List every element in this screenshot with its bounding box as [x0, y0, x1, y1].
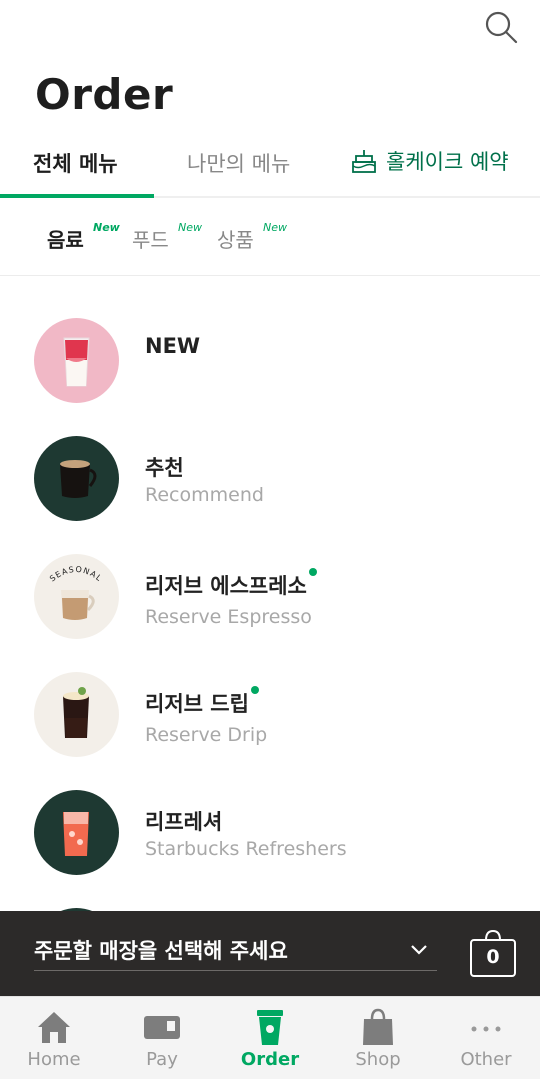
nav-order[interactable]: Order	[216, 997, 324, 1079]
menu-item-refreshers[interactable]: 리프레셔 Starbucks Refreshers	[34, 790, 514, 880]
subtab-label: 음료	[47, 228, 84, 252]
subtab-beverage[interactable]: 음료 New	[47, 221, 120, 253]
page-title: Order	[35, 70, 174, 119]
shop-bag-icon	[363, 1008, 393, 1045]
tab-label: 나만의 메뉴	[187, 152, 291, 176]
subtab-label: 상품	[217, 228, 254, 252]
new-badge: New	[178, 221, 202, 234]
order-cup-icon	[257, 1010, 283, 1045]
store-select-bar: 주문할 매장을 선택해 주세요 0	[0, 911, 540, 996]
search-button[interactable]	[484, 10, 518, 44]
menu-thumb-reserve-espresso: SEASONAL	[34, 554, 119, 639]
menu-thumb-new	[34, 318, 119, 403]
search-icon	[485, 11, 518, 44]
menu-category-list: NEW 추천 Recommend SEASONAL 리저브 에스프레소 Rese…	[0, 276, 540, 916]
menu-item-subtitle: Reserve Espresso	[145, 606, 312, 628]
menu-item-title: 리저브 에스프레소	[145, 568, 317, 600]
menu-item-subtitle: Recommend	[145, 484, 264, 506]
new-indicator-dot	[308, 568, 317, 576]
pay-card-icon	[144, 1016, 180, 1039]
cart-button[interactable]: 0	[469, 928, 517, 978]
nav-label: Other	[460, 1049, 512, 1070]
subtab-label: 푸드	[132, 228, 169, 252]
subtab-goods[interactable]: 상품 New	[217, 221, 287, 253]
menu-item-reserve-drip[interactable]: 리저브 드립 Reserve Drip	[34, 672, 514, 762]
tab-all-menu[interactable]: 전체 메뉴	[33, 148, 118, 178]
store-select-text: 주문할 매장을 선택해 주세요	[34, 939, 288, 963]
menu-item-subtitle: Reserve Drip	[145, 724, 268, 746]
menu-item-title: 추천	[145, 456, 184, 480]
order-tabs: 전체 메뉴 나만의 메뉴 홀케이크 예약	[0, 140, 540, 198]
new-indicator-dot	[250, 686, 259, 694]
menu-thumb-recommend	[34, 436, 119, 521]
tab-label: 전체 메뉴	[33, 152, 118, 176]
nav-home[interactable]: Home	[0, 997, 108, 1079]
cart-count: 0	[486, 946, 500, 968]
menu-item-reserve-espresso[interactable]: SEASONAL 리저브 에스프레소 Reserve Espresso	[34, 554, 514, 644]
seasonal-label: SEASONAL	[48, 565, 104, 584]
tab-whole-cake-reservation[interactable]: 홀케이크 예약	[350, 146, 509, 176]
new-badge: New	[93, 221, 120, 234]
chevron-down-icon	[411, 945, 427, 955]
tab-label: 홀케이크 예약	[386, 150, 509, 174]
menu-item-title: NEW	[145, 334, 201, 358]
subtab-food[interactable]: 푸드 New	[132, 221, 202, 253]
menu-item-title: 리저브 드립	[145, 686, 259, 718]
nav-shop[interactable]: Shop	[324, 997, 432, 1079]
menu-item-new[interactable]: NEW	[34, 318, 514, 408]
nav-label: Pay	[146, 1049, 178, 1070]
nav-label: Order	[240, 1049, 300, 1070]
store-select-dropdown[interactable]: 주문할 매장을 선택해 주세요	[34, 933, 437, 971]
menu-item-title: 리프레셔	[145, 810, 223, 834]
menu-item-recommend[interactable]: 추천 Recommend	[34, 436, 514, 526]
more-dots-icon	[471, 1026, 501, 1032]
nav-pay[interactable]: Pay	[108, 997, 216, 1079]
menu-thumb-reserve-drip	[34, 672, 119, 757]
category-subtabs: 음료 New 푸드 New 상품 New	[0, 198, 540, 276]
tab-my-menu[interactable]: 나만의 메뉴	[187, 148, 290, 178]
menu-thumb-refreshers	[34, 790, 119, 875]
home-icon	[38, 1012, 70, 1043]
menu-item-subtitle: Starbucks Refreshers	[145, 838, 347, 860]
cake-icon	[352, 150, 376, 173]
bottom-navigation: Home Pay Order Shop Other	[0, 996, 540, 1079]
nav-other[interactable]: Other	[432, 997, 540, 1079]
new-badge: New	[263, 221, 287, 234]
nav-label: Home	[27, 1049, 81, 1070]
nav-label: Shop	[355, 1049, 401, 1070]
